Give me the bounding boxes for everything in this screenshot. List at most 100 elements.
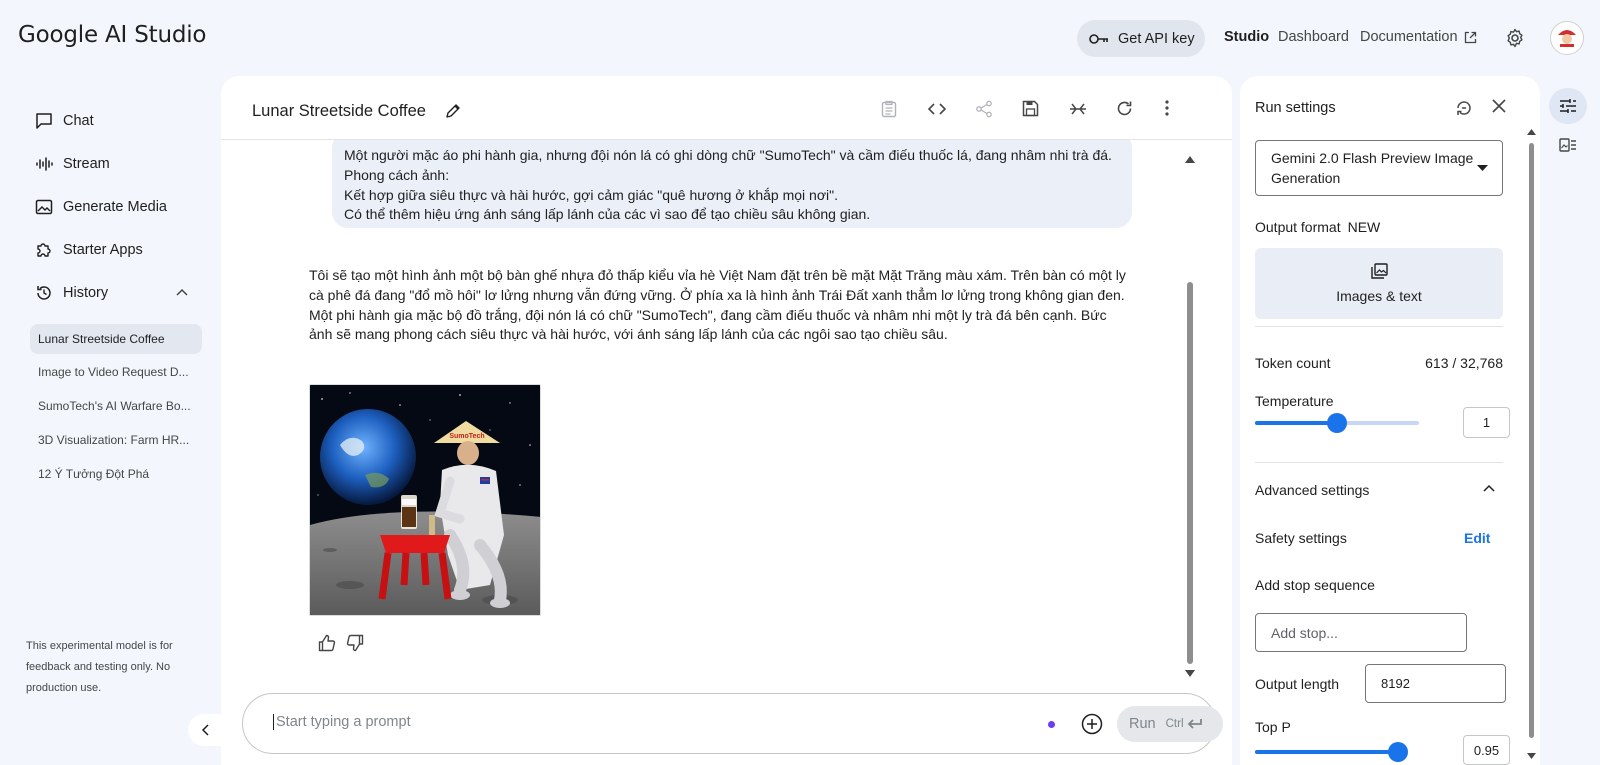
user-message-line: Kết hợp giữa siêu thực và hài hước, gợi … (344, 186, 838, 203)
sidebar-item-history[interactable]: History (35, 284, 108, 302)
history-item[interactable]: Image to Video Request D... (30, 357, 202, 387)
top-bar: Google AI Studio Get API key Studio Dash… (0, 0, 1600, 76)
dropdown-caret-icon (1477, 165, 1488, 171)
clipboard-icon[interactable] (881, 100, 897, 118)
thumb-up-icon[interactable] (318, 634, 336, 652)
sidebar-item-stream[interactable]: Stream (35, 155, 110, 173)
run-shortcut: Ctrl (1165, 718, 1184, 730)
top-p-slider[interactable] (1255, 742, 1408, 762)
stop-sequence-label: Add stop sequence (1255, 577, 1375, 593)
top-p-label: Top P (1255, 719, 1291, 735)
scroll-up-arrow-icon[interactable] (1185, 156, 1195, 163)
run-settings-toggle[interactable] (1549, 88, 1587, 124)
top-p-slider-handle[interactable] (1387, 742, 1408, 762)
temperature-label: Temperature (1255, 393, 1334, 409)
model-select[interactable]: Gemini 2.0 Flash Preview Image Generatio… (1255, 140, 1503, 196)
share-icon[interactable] (975, 100, 993, 118)
top-p-slider-fill (1255, 750, 1398, 754)
refresh-icon[interactable] (1116, 100, 1133, 117)
run-button[interactable]: Run Ctrl (1117, 706, 1223, 742)
prompt-input[interactable] (273, 714, 973, 730)
token-count-label: Token count (1255, 355, 1331, 371)
key-icon (1089, 33, 1109, 45)
history-item[interactable]: Lunar Streetside Coffee (30, 324, 202, 354)
sidebar-item-label: Starter Apps (63, 242, 143, 258)
safety-edit-link[interactable]: Edit (1464, 530, 1490, 546)
compare-icon[interactable] (1069, 100, 1087, 118)
chat-scrollbar[interactable] (1187, 282, 1193, 664)
run-settings-panel: Run settings Gemini 2.0 Flash Preview Im… (1240, 76, 1540, 765)
user-message-line: Phong cách ảnh: (344, 166, 450, 183)
top-p-input[interactable]: 0.95 (1463, 735, 1510, 765)
chat-header: Lunar Streetside Coffee (221, 76, 1232, 140)
app-logo[interactable]: Google AI Studio (18, 22, 207, 48)
sidebar-item-chat[interactable]: Chat (35, 112, 94, 130)
temperature-slider-handle[interactable] (1327, 413, 1347, 433)
avatar[interactable] (1550, 21, 1584, 55)
chevron-up-icon[interactable] (1483, 484, 1495, 492)
save-icon[interactable] (1022, 100, 1039, 117)
chevron-left-icon (201, 724, 209, 736)
temperature-slider-fill (1255, 421, 1337, 425)
close-icon[interactable] (1492, 99, 1506, 113)
thumb-down-icon[interactable] (346, 634, 364, 652)
tune-icon (1559, 98, 1577, 114)
scroll-down-arrow-icon[interactable] (1185, 670, 1195, 677)
history-icon (35, 284, 53, 302)
reset-settings-icon[interactable] (1455, 99, 1473, 117)
stream-icon (35, 155, 53, 173)
enter-key-icon (1187, 718, 1203, 730)
safety-settings-label: Safety settings (1255, 530, 1347, 546)
get-api-key-button[interactable]: Get API key (1077, 20, 1205, 57)
status-dot (1048, 721, 1055, 728)
media-panel-icon[interactable] (1559, 138, 1577, 152)
token-count-value: 613 / 32,768 (1425, 355, 1503, 371)
history-item[interactable]: 3D Visualization: Farm HR... (30, 425, 202, 455)
user-message: Một người mặc áo phi hành gia, nhưng đội… (332, 140, 1132, 228)
external-link-icon (1464, 31, 1477, 44)
run-label: Run (1129, 716, 1156, 732)
chat-messages: Một người mặc áo phi hành gia, nhưng đội… (221, 140, 1232, 680)
code-icon[interactable] (928, 100, 946, 118)
edit-title-icon[interactable] (445, 103, 461, 119)
scroll-down-arrow-icon[interactable] (1527, 753, 1536, 759)
history-item[interactable]: SumoTech's AI Warfare Bo... (30, 391, 202, 421)
settings-scrollbar[interactable] (1529, 143, 1534, 738)
temperature-slider[interactable] (1255, 413, 1419, 433)
hat-text: SumoTech (449, 433, 484, 440)
output-length-input[interactable]: 8192 (1365, 664, 1506, 703)
divider (1255, 326, 1503, 327)
sidebar-item-label: History (63, 285, 109, 301)
puzzle-icon (35, 241, 53, 259)
sidebar-item-label: Stream (63, 156, 110, 172)
output-length-label: Output length (1255, 676, 1340, 692)
prompt-box: Run Ctrl (242, 693, 1223, 754)
divider (1255, 462, 1503, 463)
get-api-key-label: Get API key (1118, 30, 1195, 47)
nav-documentation[interactable]: Documentation (1360, 29, 1477, 45)
settings-gear-icon[interactable] (1505, 28, 1525, 48)
nav-studio[interactable]: Studio (1224, 29, 1269, 45)
advanced-settings-label[interactable]: Advanced settings (1255, 482, 1369, 498)
model-response: Tôi sẽ tạo một hình ảnh một bộ bàn ghế n… (309, 267, 1126, 343)
generated-image[interactable]: SumoTech (309, 384, 541, 616)
chat-icon (35, 112, 53, 130)
output-format-label: Output format NEW (1255, 219, 1380, 235)
experimental-note: This experimental model is for feedback … (26, 640, 173, 694)
stop-sequence-input[interactable] (1255, 613, 1467, 652)
chevron-up-icon[interactable] (176, 288, 188, 296)
sidebar-item-generate-media[interactable]: Generate Media (35, 198, 167, 216)
temperature-input[interactable]: 1 (1463, 407, 1510, 438)
sidebar-item-label: Chat (63, 113, 94, 129)
new-badge: NEW (1347, 219, 1381, 235)
add-media-icon[interactable] (1081, 713, 1103, 735)
output-format-option[interactable]: Images & text (1255, 248, 1503, 319)
nav-dashboard[interactable]: Dashboard (1278, 29, 1349, 45)
more-vert-icon[interactable] (1165, 100, 1169, 116)
user-message-line: Có thể thêm hiệu ứng ánh sáng lấp lánh c… (344, 206, 871, 223)
scroll-up-arrow-icon[interactable] (1527, 129, 1536, 135)
user-message-line: Một người mặc áo phi hành gia, nhưng đội… (344, 147, 1112, 163)
history-item[interactable]: 12 Ý Tưởng Đột Phá (30, 459, 202, 489)
collapse-sidebar-button[interactable] (188, 714, 222, 746)
sidebar-item-starter-apps[interactable]: Starter Apps (35, 241, 143, 259)
